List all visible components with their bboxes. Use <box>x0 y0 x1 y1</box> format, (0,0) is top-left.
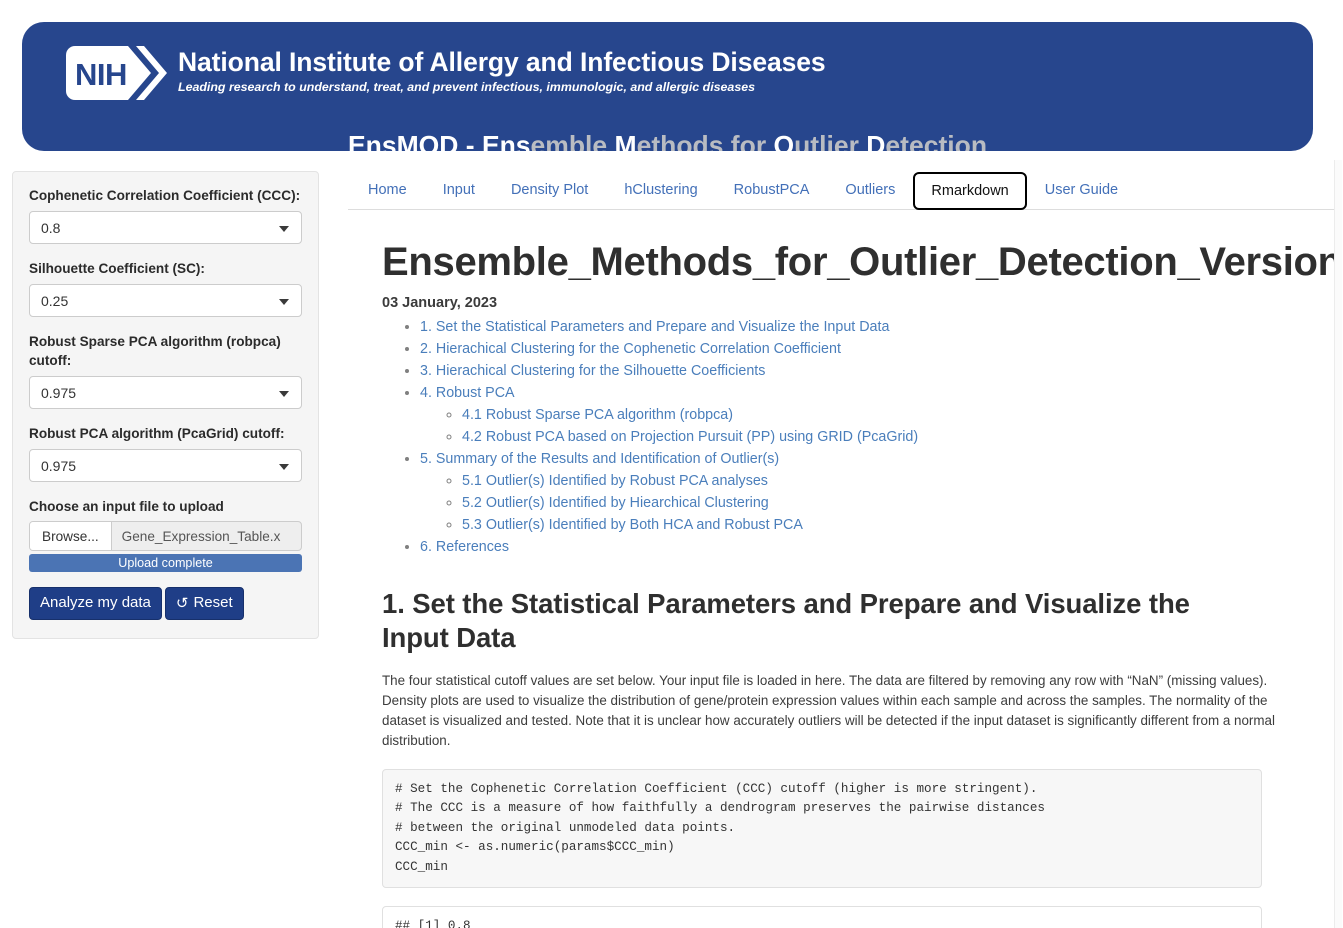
toc-subitem: 5.2 Outlier(s) Identified by Hiearchical… <box>462 493 1332 513</box>
toc-item: 5. Summary of the Results and Identifica… <box>420 449 1332 535</box>
app-title: EnsMOD - Ensemble Methods for Outlier De… <box>22 130 1313 152</box>
file-upload-group: Choose an input file to upload Browse...… <box>29 497 302 572</box>
selected-file-name: Gene_Expression_Table.x <box>121 528 281 544</box>
field-label-robpca: Robust Sparse PCA algorithm (robpca) cut… <box>29 334 281 368</box>
chevron-down-icon <box>279 463 289 470</box>
organization-title: National Institute of Allergy and Infect… <box>178 47 826 77</box>
analyze-my-data-button[interactable]: Analyze my data <box>29 587 162 620</box>
toc-sublist: 5.1 Outlier(s) Identified by Robust PCA … <box>420 471 1332 535</box>
toc-link-5[interactable]: 5. Summary of the Results and Identifica… <box>420 451 779 467</box>
toc-link-3[interactable]: 3. Hierachical Clustering for the Silhou… <box>420 363 765 379</box>
toc-sublink-4-2[interactable]: 4.2 Robust PCA based on Projection Pursu… <box>462 429 918 445</box>
tab-user-guide[interactable]: User Guide <box>1027 170 1136 210</box>
field-label-ccc: Cophenetic Correlation Coefficient (CCC)… <box>29 188 301 203</box>
rmarkdown-document: Ensemble_Methods_for_Outlier_Detection_V… <box>348 210 1336 928</box>
app-title-segment-4: O <box>773 130 795 152</box>
select-ccc-value: 0.8 <box>41 219 61 236</box>
upload-progress-label: Upload complete <box>118 556 213 570</box>
file-input[interactable]: Browse... Gene_Expression_Table.x <box>29 521 302 551</box>
tab-rmarkdown[interactable]: Rmarkdown <box>913 172 1027 210</box>
toc-item: 6. References <box>420 537 1332 557</box>
chevron-down-icon <box>279 390 289 397</box>
toc-link-1[interactable]: 1. Set the Statistical Parameters and Pr… <box>420 319 889 335</box>
select-pcagrid-value: 0.975 <box>41 457 77 474</box>
field-pcagrid: Robust PCA algorithm (PcaGrid) cutoff: 0… <box>29 424 302 482</box>
nih-banner: NIH National Institute of Allergy and In… <box>22 22 1313 151</box>
select-robpca-value: 0.975 <box>41 384 77 401</box>
parameters-sidebar: Cophenetic Correlation Coefficient (CCC)… <box>12 171 319 639</box>
chevron-down-icon <box>279 298 289 305</box>
app-title-segment-3: ethods for <box>636 130 774 152</box>
upload-progress-bar: Upload complete <box>29 554 302 572</box>
section-1-paragraph: The four statistical cutoff values are s… <box>382 673 1275 748</box>
action-buttons: Analyze my data ↺ Reset <box>29 587 302 620</box>
field-label-sc: Silhouette Coefficient (SC): <box>29 261 205 276</box>
field-ccc: Cophenetic Correlation Coefficient (CCC)… <box>29 186 302 244</box>
tab-home[interactable]: Home <box>350 170 425 210</box>
analyze-button-label: Analyze my data <box>40 594 151 611</box>
app-title-segment-5: utlier <box>794 130 867 152</box>
app-title-segment-0: EnsMOD - Ens <box>347 130 531 152</box>
organization-tagline: Leading research to understand, treat, a… <box>178 80 755 94</box>
select-sc[interactable]: 0.25 <box>29 284 302 317</box>
select-sc-value: 0.25 <box>41 292 69 309</box>
toc-subitem: 4.1 Robust Sparse PCA algorithm (robpca) <box>462 405 1332 425</box>
toc-subitem: 5.1 Outlier(s) Identified by Robust PCA … <box>462 471 1332 491</box>
tab-bar: Home Input Density Plot hClustering RobustPC… <box>348 168 1336 210</box>
main-panel: Home Input Density Plot hClustering RobustPC… <box>348 168 1336 928</box>
tab-robustpca[interactable]: RobustPCA <box>716 170 828 210</box>
document-title: Ensemble_Methods_for_Outlier_Detection_V… <box>382 240 1336 284</box>
tab-outliers[interactable]: Outliers <box>827 170 913 210</box>
toc-sublink-4-1[interactable]: 4.1 Robust Sparse PCA algorithm (robpca) <box>462 407 733 423</box>
toc-item: 3. Hierachical Clustering for the Silhou… <box>420 361 1332 381</box>
code-block-ccc: # Set the Cophenetic Correlation Coeffic… <box>382 769 1262 889</box>
toc-subitem: 5.3 Outlier(s) Identified by Both HCA an… <box>462 515 1332 535</box>
toc-link-6[interactable]: 6. References <box>420 539 509 555</box>
app-title-segment-6: D <box>866 130 886 152</box>
nih-logo-icon: NIH <box>66 46 169 100</box>
reset-button[interactable]: ↺ Reset <box>164 587 244 620</box>
toc-item: 2. Hierachical Clustering for the Cophen… <box>420 339 1332 359</box>
toc-sublist: 4.1 Robust Sparse PCA algorithm (robpca)… <box>420 405 1332 447</box>
toc-item: 1. Set the Statistical Parameters and Pr… <box>420 317 1332 337</box>
svg-text:NIH: NIH <box>75 57 127 92</box>
tab-hclustering[interactable]: hClustering <box>606 170 715 210</box>
chevron-down-icon <box>279 225 289 232</box>
app-title-segment-7: etection <box>885 130 988 152</box>
file-upload-label: Choose an input file to upload <box>29 499 224 514</box>
app-title-segment-2: M <box>614 130 637 152</box>
toc-sublink-5-2[interactable]: 5.2 Outlier(s) Identified by Hiearchical… <box>462 495 769 511</box>
output-block-ccc: ## [1] 0.8 <box>382 906 1262 928</box>
select-pcagrid[interactable]: 0.975 <box>29 449 302 482</box>
nih-branding: NIH National Institute of Allergy and In… <box>66 46 826 100</box>
page-scrollbar[interactable] <box>1334 160 1342 928</box>
field-sc: Silhouette Coefficient (SC): 0.25 <box>29 259 302 317</box>
tab-input[interactable]: Input <box>425 170 493 210</box>
section-1-heading: 1. Set the Statistical Parameters and Pr… <box>382 588 1190 653</box>
reset-icon: ↺ <box>175 594 189 612</box>
document-date: 03 January, 2023 <box>382 295 498 311</box>
field-robpca: Robust Sparse PCA algorithm (robpca) cut… <box>29 332 302 409</box>
toc-subitem: 4.2 Robust PCA based on Projection Pursu… <box>462 427 1332 447</box>
toc-sublink-5-1[interactable]: 5.1 Outlier(s) Identified by Robust PCA … <box>462 473 768 489</box>
app-title-segment-1: emble <box>530 130 615 152</box>
toc-link-2[interactable]: 2. Hierachical Clustering for the Cophen… <box>420 341 841 357</box>
toc-sublink-5-3[interactable]: 5.3 Outlier(s) Identified by Both HCA an… <box>462 517 803 533</box>
field-label-pcagrid: Robust PCA algorithm (PcaGrid) cutoff: <box>29 426 285 441</box>
tab-density-plot[interactable]: Density Plot <box>493 170 606 210</box>
browse-button[interactable]: Browse... <box>30 522 112 550</box>
select-robpca[interactable]: 0.975 <box>29 376 302 409</box>
table-of-contents: 1. Set the Statistical Parameters and Pr… <box>382 317 1332 557</box>
reset-button-label: Reset <box>193 594 233 611</box>
toc-link-4[interactable]: 4. Robust PCA <box>420 385 515 401</box>
toc-item: 4. Robust PCA 4.1 Robust Sparse PCA algor… <box>420 383 1332 447</box>
select-ccc[interactable]: 0.8 <box>29 211 302 244</box>
